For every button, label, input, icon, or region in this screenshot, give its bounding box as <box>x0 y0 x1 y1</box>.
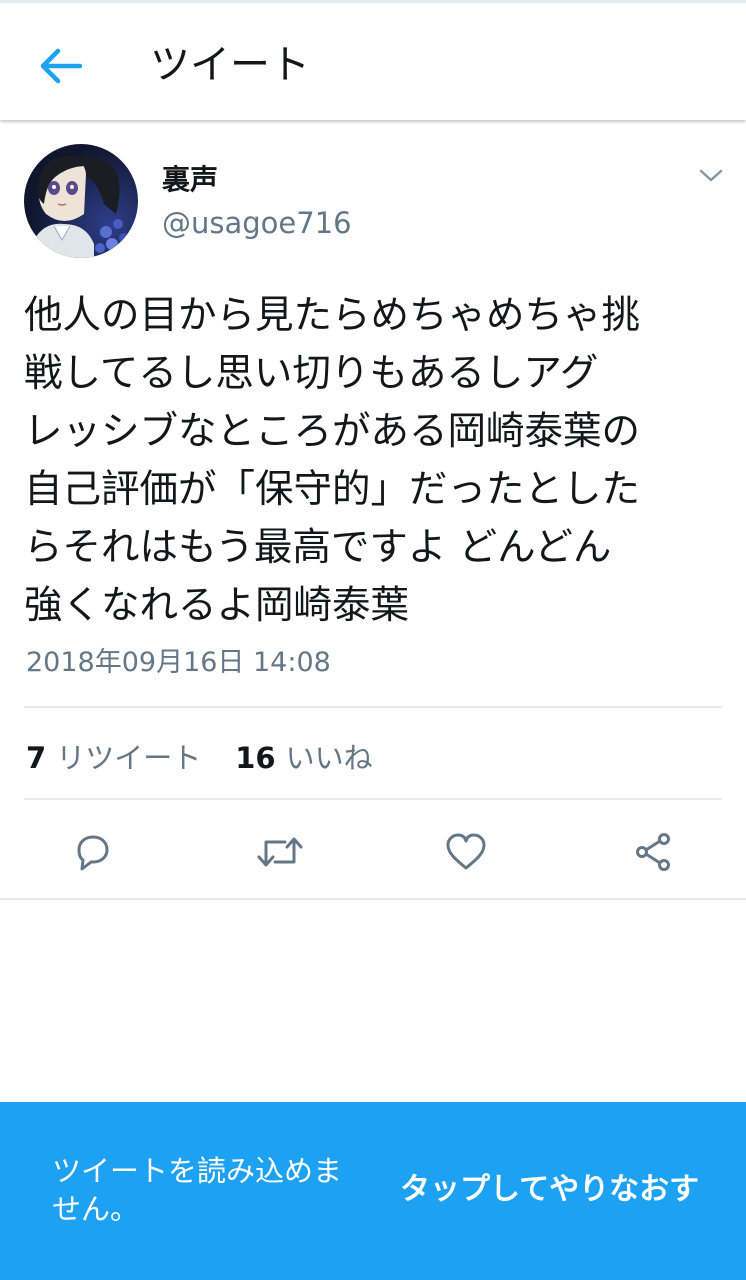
retry-button[interactable]: タップしてやりなおす <box>400 1170 699 1210</box>
tweet-text: 他人の目から見たらめちゃめちゃ挑 戦してるし思い切りもあるしアグ レッシブなとこ… <box>24 287 724 635</box>
divider <box>24 706 722 708</box>
tweet-text-line: 他人の目から見たらめちゃめちゃ挑 <box>24 293 641 338</box>
like-button[interactable] <box>440 826 492 878</box>
likes-label: いいね <box>285 741 373 775</box>
reply-icon <box>77 835 109 871</box>
reply-button[interactable] <box>67 826 119 878</box>
avatar-illustration <box>24 144 138 258</box>
share-icon <box>636 833 670 871</box>
tweet-timestamp: 2018年09月16日 14:08 <box>26 647 331 678</box>
avatar[interactable] <box>24 144 138 258</box>
likes-count: 16 <box>235 741 276 775</box>
retweets-label: リツイート <box>56 741 202 775</box>
tweet-author: 裏声 @usagoe716 <box>24 144 724 264</box>
retweet-icon <box>257 837 303 867</box>
error-snackbar: ツイートを読み込めません。 タップしてやりなおす <box>0 1102 746 1280</box>
retweets-stat[interactable]: 7 リツイート <box>26 735 201 777</box>
tweet-actions <box>0 822 746 882</box>
chevron-down-icon <box>699 169 723 182</box>
display-name[interactable]: 裏声 <box>162 162 218 198</box>
page-title: ツイート <box>150 42 310 88</box>
snackbar-message: ツイートを読み込めません。 <box>52 1154 343 1226</box>
tweet-text-line: 自己評価が「保守的」だったとした <box>24 467 641 512</box>
tweet-text-line: レッシブなところがある岡崎泰葉の <box>24 409 641 454</box>
tweet-text-line: 戦してるし思い切りもあるしアグ <box>24 351 599 396</box>
tweet-stats: 7 リツイート 16 いいね <box>26 734 407 778</box>
share-button[interactable] <box>627 826 679 878</box>
arrow-left-icon <box>40 48 82 84</box>
tweet-menu-button[interactable] <box>696 164 726 188</box>
tweet-text-line: 強くなれるよ岡崎泰葉 <box>24 583 410 628</box>
heart-icon <box>446 833 486 870</box>
retweet-button[interactable] <box>254 826 306 878</box>
app-header: ツイート <box>0 0 746 120</box>
username[interactable]: @usagoe716 <box>162 204 352 242</box>
likes-stat[interactable]: 16 いいね <box>235 735 372 777</box>
divider <box>24 798 722 800</box>
retweets-count: 7 <box>26 741 47 775</box>
tweet-text-line: らそれはもう最高ですよ どんどん <box>24 525 612 570</box>
divider <box>0 898 746 900</box>
back-button[interactable] <box>30 36 90 96</box>
